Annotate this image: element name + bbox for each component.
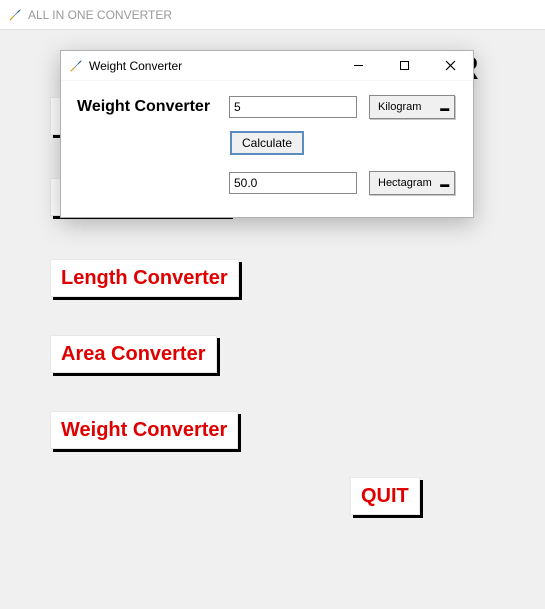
menu-indicator-icon: ▃	[441, 180, 448, 187]
feather-icon	[69, 59, 83, 73]
to-unit-menu[interactable]: Hectagram ▃	[369, 171, 455, 195]
minimize-button[interactable]	[335, 51, 381, 81]
calculate-button[interactable]: Calculate	[230, 131, 304, 155]
feather-icon	[8, 8, 22, 22]
from-unit-label: Kilogram	[378, 101, 421, 113]
output-value-field[interactable]	[229, 172, 357, 194]
from-unit-menu[interactable]: Kilogram ▃	[369, 95, 455, 119]
to-unit-label: Hectagram	[378, 177, 432, 189]
weight-converter-dialog: Weight Converter Weight Converter Kilogr…	[60, 50, 474, 218]
maximize-button[interactable]	[381, 51, 427, 81]
weight-converter-button[interactable]: Weight Converter	[50, 411, 238, 449]
maximize-icon	[399, 60, 410, 71]
main-title: ALL IN ONE CONVERTER	[28, 8, 172, 22]
close-icon	[445, 60, 456, 71]
main-titlebar: ALL IN ONE CONVERTER	[0, 0, 545, 30]
minimize-icon	[353, 60, 364, 71]
close-button[interactable]	[427, 51, 473, 81]
dialog-titlebar: Weight Converter	[61, 51, 473, 81]
quit-button[interactable]: QUIT	[350, 477, 420, 515]
dialog-heading: Weight Converter	[77, 98, 217, 116]
length-converter-button[interactable]: Length Converter	[50, 259, 239, 297]
dialog-body: Weight Converter Kilogram ▃ Calculate . …	[61, 81, 473, 217]
area-converter-button[interactable]: Area Converter	[50, 335, 217, 373]
input-value-field[interactable]	[229, 96, 357, 118]
dialog-title: Weight Converter	[89, 59, 182, 73]
menu-indicator-icon: ▃	[441, 104, 448, 111]
